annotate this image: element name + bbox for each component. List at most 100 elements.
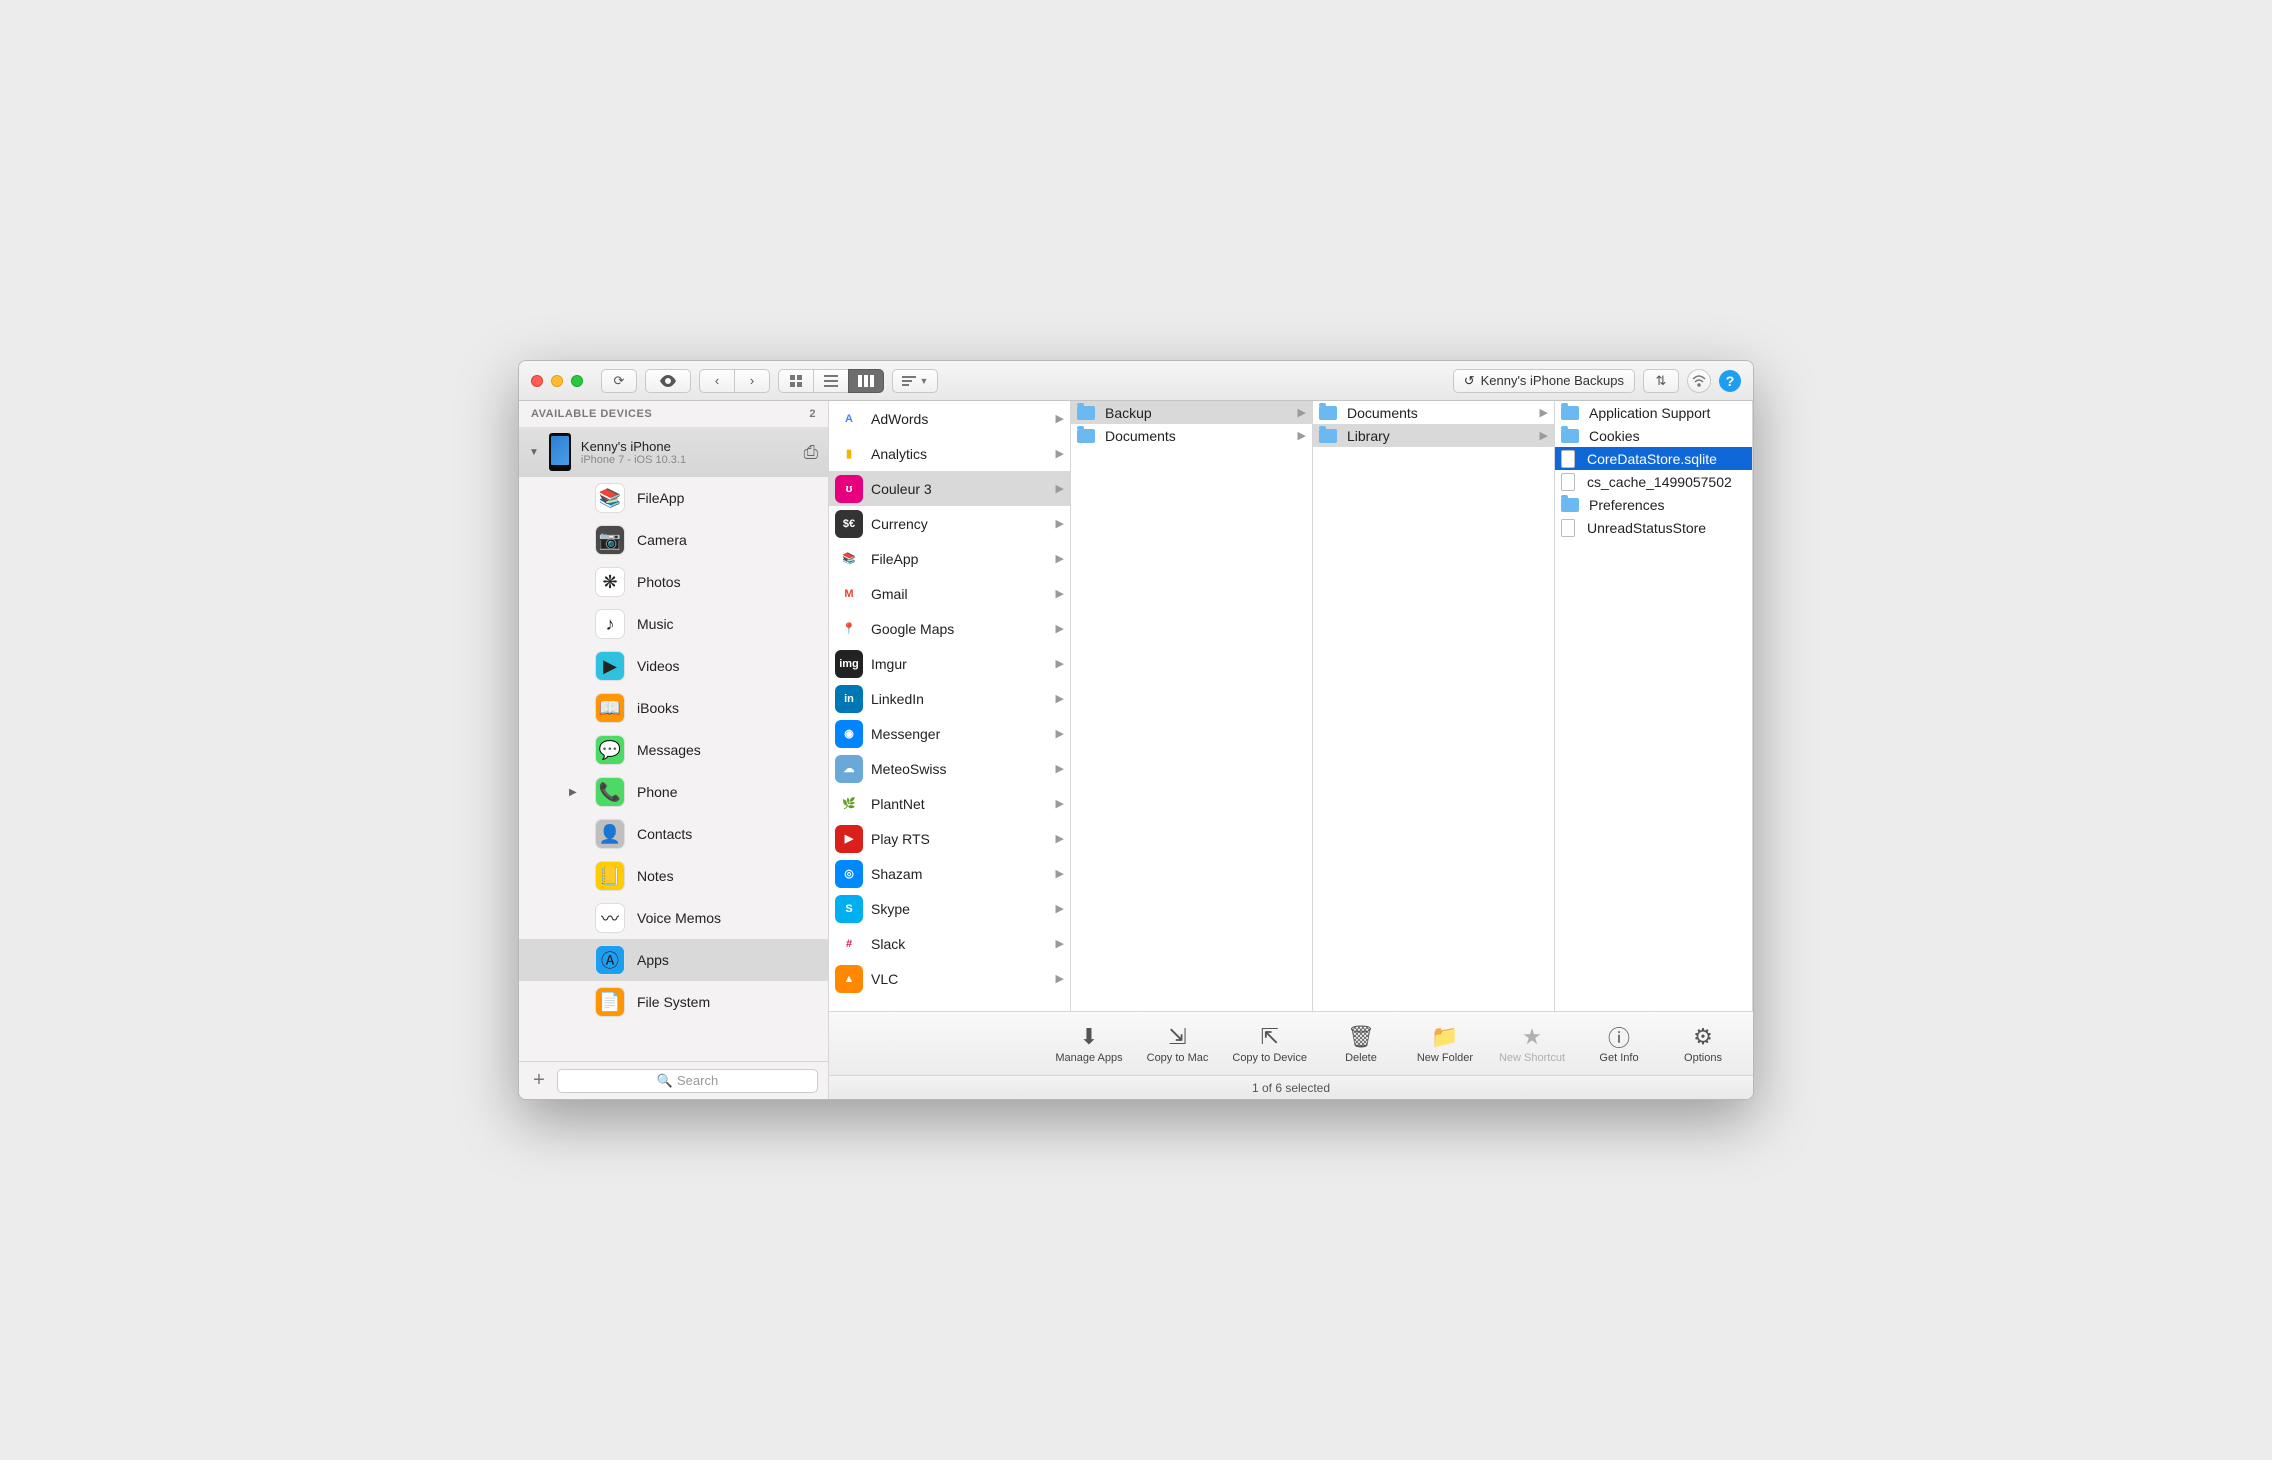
- app-row-google-maps[interactable]: 📍Google Maps▶: [829, 611, 1070, 646]
- app-label: Shazam: [871, 866, 922, 882]
- app-label: PlantNet: [871, 796, 925, 812]
- sidebar-item-fileapp[interactable]: 📚FileApp: [519, 477, 828, 519]
- app-row-couleur-3[interactable]: ʊCouleur 3▶: [829, 471, 1070, 506]
- app-row-messenger[interactable]: ◉Messenger▶: [829, 716, 1070, 751]
- app-icon: 📍: [835, 615, 863, 643]
- row-cookies[interactable]: Cookies: [1555, 424, 1752, 447]
- app-icon: ☁: [835, 755, 863, 783]
- sidebar-item-phone[interactable]: ▶📞Phone: [519, 771, 828, 813]
- app-row-imgur[interactable]: imgImgur▶: [829, 646, 1070, 681]
- app-icon: $€: [835, 510, 863, 538]
- app-icon: ʊ: [835, 475, 863, 503]
- app-icon: 〰: [595, 903, 625, 933]
- toolbar-manage-apps[interactable]: ⬇Manage Apps: [1055, 1024, 1122, 1064]
- sidebar-item-photos[interactable]: ❋Photos: [519, 561, 828, 603]
- quicklook-button[interactable]: [645, 369, 691, 393]
- app-row-linkedin[interactable]: inLinkedIn▶: [829, 681, 1070, 716]
- column-3[interactable]: Documents▶Library▶: [1313, 401, 1555, 1011]
- folder-icon: [1561, 498, 1579, 512]
- column-view-button[interactable]: [848, 369, 884, 393]
- app-row-play-rts[interactable]: ▶Play RTS▶: [829, 821, 1070, 856]
- sidebar-item-notes[interactable]: 📒Notes: [519, 855, 828, 897]
- app-icon: 📖: [595, 693, 625, 723]
- disclosure-icon[interactable]: ▼: [529, 447, 539, 458]
- row-documents[interactable]: Documents▶: [1313, 401, 1554, 424]
- app-label: Imgur: [871, 656, 907, 672]
- sidebar-item-voice-memos[interactable]: 〰 Voice Memos: [519, 897, 828, 939]
- app-row-meteoswiss[interactable]: ☁MeteoSwiss▶: [829, 751, 1070, 786]
- minimize-button[interactable]: [551, 375, 563, 387]
- row-backup[interactable]: Backup▶: [1071, 401, 1312, 424]
- sidebar-item-videos[interactable]: ▶Videos: [519, 645, 828, 687]
- toolbar-delete[interactable]: 🗑Delete: [1331, 1024, 1391, 1064]
- close-button[interactable]: [531, 375, 543, 387]
- reload-button[interactable]: ⟳: [601, 369, 637, 393]
- app-icon: ❋: [595, 567, 625, 597]
- chevron-right-icon: ▶: [1056, 482, 1064, 495]
- icon-view-button[interactable]: [778, 369, 814, 393]
- column-apps[interactable]: AAdWords▶▮Analytics▶ʊCouleur 3▶$€Currenc…: [829, 401, 1071, 1011]
- toolbar-get-info[interactable]: ⓘGet Info: [1589, 1024, 1649, 1064]
- arrange-button[interactable]: ▼: [892, 369, 938, 393]
- app-icon: M: [835, 580, 863, 608]
- app-icon: 💬: [595, 735, 625, 765]
- chevron-right-icon: ▶: [1540, 406, 1548, 419]
- app-row-slack[interactable]: #Slack▶: [829, 926, 1070, 961]
- toolbar-label: New Folder: [1417, 1052, 1473, 1064]
- app-label: MeteoSwiss: [871, 761, 946, 777]
- sidebar-item-apps[interactable]: ⒶApps: [519, 939, 828, 981]
- row-preferences[interactable]: Preferences: [1555, 493, 1752, 516]
- app-row-fileapp[interactable]: 📚FileApp▶: [829, 541, 1070, 576]
- list-view-button[interactable]: [813, 369, 849, 393]
- app-label: AdWords: [871, 411, 928, 427]
- zoom-button[interactable]: [571, 375, 583, 387]
- app-row-skype[interactable]: SSkype▶: [829, 891, 1070, 926]
- app-row-adwords[interactable]: AAdWords▶: [829, 401, 1070, 436]
- toolbar-new-folder[interactable]: 📁New Folder: [1415, 1024, 1475, 1064]
- device-row[interactable]: ▼ Kenny's iPhone iPhone 7 - iOS 10.3.1 ⎙: [519, 427, 828, 477]
- sidebar-item-camera[interactable]: 📷 Camera: [519, 519, 828, 561]
- app-row-shazam[interactable]: ◎Shazam▶: [829, 856, 1070, 891]
- forward-button[interactable]: ›: [734, 369, 770, 393]
- app-row-gmail[interactable]: MGmail▶: [829, 576, 1070, 611]
- app-icon: Ⓐ: [595, 945, 625, 975]
- add-button[interactable]: +: [529, 1069, 549, 1092]
- app-icon: 📚: [595, 483, 625, 513]
- toolbar-copy-to-mac[interactable]: ⇲Copy to Mac: [1147, 1024, 1209, 1064]
- backups-button[interactable]: ↺ Kenny's iPhone Backups: [1453, 369, 1635, 393]
- sidebar-item-music[interactable]: ♪Music: [519, 603, 828, 645]
- search-input[interactable]: 🔍 Search: [557, 1069, 818, 1093]
- help-button[interactable]: ?: [1719, 370, 1741, 392]
- sidebar-footer: + 🔍 Search: [519, 1061, 828, 1099]
- toolbar-copy-to-device[interactable]: ⇱Copy to Device: [1232, 1024, 1307, 1064]
- toolbar-options[interactable]: ⚙Options: [1673, 1024, 1733, 1064]
- row-coredatastore-sqlite[interactable]: CoreDataStore.sqlite: [1555, 447, 1752, 470]
- sidebar-item-ibooks[interactable]: 📖iBooks: [519, 687, 828, 729]
- row-application-support[interactable]: Application Support: [1555, 401, 1752, 424]
- app-row-plantnet[interactable]: 🌿PlantNet▶: [829, 786, 1070, 821]
- file-icon: [1561, 473, 1575, 491]
- sidebar-item-label: Camera: [637, 532, 687, 548]
- status-text: 1 of 6 selected: [1252, 1081, 1330, 1095]
- sidebar-item-messages[interactable]: 💬Messages: [519, 729, 828, 771]
- usb-icon: ⎙: [804, 442, 818, 463]
- file-icon: [1561, 450, 1575, 468]
- back-button[interactable]: ‹: [699, 369, 735, 393]
- sidebar-item-contacts[interactable]: 👤Contacts: [519, 813, 828, 855]
- column-4[interactable]: Application SupportCookiesCoreDataStore.…: [1555, 401, 1753, 1011]
- row-cs-cache-1499057502[interactable]: cs_cache_1499057502: [1555, 470, 1752, 493]
- app-icon: 📷: [595, 525, 625, 555]
- row-unreadstatusstore[interactable]: UnreadStatusStore: [1555, 516, 1752, 539]
- row-documents[interactable]: Documents▶: [1071, 424, 1312, 447]
- column-2[interactable]: Backup▶Documents▶: [1071, 401, 1313, 1011]
- transfer-button[interactable]: ⇅: [1643, 369, 1679, 393]
- app-row-vlc[interactable]: ▲VLC▶: [829, 961, 1070, 996]
- sidebar-item-label: Phone: [637, 784, 677, 800]
- app-icon: 📄: [595, 987, 625, 1017]
- app-row-currency[interactable]: $€Currency▶: [829, 506, 1070, 541]
- sidebar-item-file-system[interactable]: 📄File System: [519, 981, 828, 1023]
- wifi-button[interactable]: [1687, 369, 1711, 393]
- sidebar-item-label: Voice Memos: [637, 910, 721, 926]
- app-row-analytics[interactable]: ▮Analytics▶: [829, 436, 1070, 471]
- row-library[interactable]: Library▶: [1313, 424, 1554, 447]
